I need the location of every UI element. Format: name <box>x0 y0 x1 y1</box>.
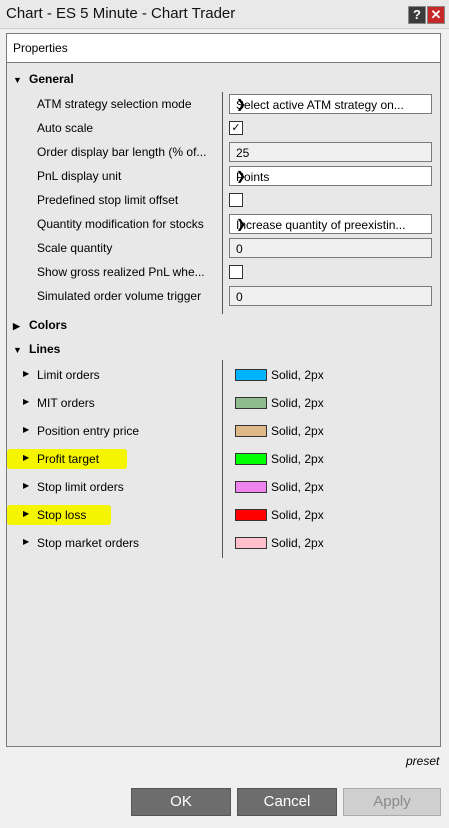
caret-right-icon: ▶ <box>23 369 30 378</box>
caret-right-icon: ▶ <box>23 425 30 434</box>
prop-row-show-gross-realized-pnl: Show gross realized PnL whe... <box>7 261 440 283</box>
order-display-bar-length-input[interactable]: 25 <box>229 142 432 162</box>
line-label: Stop limit orders <box>37 480 124 494</box>
prop-row-simulated-order-volume-trigger: Simulated order volume trigger 0 <box>7 285 440 307</box>
category-lines[interactable]: ▼ Lines <box>13 342 60 362</box>
prop-label: Show gross realized PnL whe... <box>37 265 205 279</box>
prop-label: Simulated order volume trigger <box>37 289 202 303</box>
color-swatch[interactable] <box>235 481 267 493</box>
caret-down-icon: ▼ <box>13 75 22 85</box>
atm-strategy-dropdown[interactable]: Select active ATM strategy on... ❯ <box>229 94 432 114</box>
prop-label: ATM strategy selection mode <box>37 97 192 111</box>
caret-right-icon: ▶ <box>23 509 30 518</box>
color-swatch[interactable] <box>235 369 267 381</box>
chevron-down-icon: ❯ <box>236 217 247 231</box>
line-row-stop-loss[interactable]: ▶ Stop loss Solid, 2px <box>7 504 440 526</box>
line-row-limit-orders[interactable]: ▶ Limit orders Solid, 2px <box>7 364 440 386</box>
prop-row-order-display-bar-length: Order display bar length (% of... 25 <box>7 141 440 163</box>
line-label: Stop market orders <box>37 536 140 550</box>
input-value: 25 <box>236 146 250 160</box>
prop-label: PnL display unit <box>37 169 122 183</box>
color-swatch[interactable] <box>235 453 267 465</box>
category-lines-label: Lines <box>29 342 61 356</box>
prop-label: Predefined stop limit offset <box>37 193 179 207</box>
help-button[interactable]: ? <box>408 6 426 24</box>
apply-button[interactable]: Apply <box>343 788 441 816</box>
prop-label: Quantity modification for stocks <box>37 217 204 231</box>
prop-label: Order display bar length (% of... <box>37 145 207 159</box>
line-style-label: Solid, 2px <box>271 396 324 410</box>
line-label: Position entry price <box>37 424 140 438</box>
pnl-display-unit-dropdown[interactable]: Points ❯ <box>229 166 432 186</box>
color-swatch[interactable] <box>235 397 267 409</box>
cancel-button[interactable]: Cancel <box>237 788 337 816</box>
category-general[interactable]: ▼ General <box>13 72 74 92</box>
prop-row-scale-quantity: Scale quantity 0 <box>7 237 440 259</box>
show-gross-realized-pnl-checkbox[interactable] <box>229 265 243 279</box>
line-label: Profit target <box>37 452 100 466</box>
prop-row-pnl-display-unit: PnL display unit Points ❯ <box>7 165 440 187</box>
input-value: 0 <box>236 242 243 256</box>
caret-right-icon: ▶ <box>23 481 30 490</box>
line-row-stop-market-orders[interactable]: ▶ Stop market orders Solid, 2px <box>7 532 440 554</box>
line-style-label: Solid, 2px <box>271 536 324 550</box>
line-style-label: Solid, 2px <box>271 424 324 438</box>
properties-header-label: Properties <box>13 41 68 55</box>
line-style-label: Solid, 2px <box>271 452 324 466</box>
chevron-down-icon: ❯ <box>236 169 247 183</box>
line-row-stop-limit-orders[interactable]: ▶ Stop limit orders Solid, 2px <box>7 476 440 498</box>
prop-row-quantity-modification: Quantity modification for stocks Increas… <box>7 213 440 235</box>
color-swatch[interactable] <box>235 425 267 437</box>
scale-quantity-input[interactable]: 0 <box>229 238 432 258</box>
properties-header: Properties <box>7 34 440 63</box>
line-style-label: Solid, 2px <box>271 480 324 494</box>
prop-label: Auto scale <box>37 121 94 135</box>
window-title: Chart - ES 5 Minute - Chart Trader <box>6 5 236 22</box>
prop-row-atm-strategy-selection-mode: ATM strategy selection mode Select activ… <box>7 93 440 115</box>
color-swatch[interactable] <box>235 537 267 549</box>
prop-row-predefined-stop-limit-offset: Predefined stop limit offset <box>7 189 440 211</box>
color-swatch[interactable] <box>235 509 267 521</box>
prop-row-auto-scale: Auto scale ✓ <box>7 117 440 139</box>
category-colors-label: Colors <box>29 318 68 332</box>
caret-right-icon: ▶ <box>23 397 30 406</box>
caret-down-icon: ▼ <box>13 345 22 355</box>
line-label: MIT orders <box>37 396 95 410</box>
line-row-mit-orders[interactable]: ▶ MIT orders Solid, 2px <box>7 392 440 414</box>
line-label: Stop loss <box>37 508 87 522</box>
prop-label: Scale quantity <box>37 241 113 255</box>
properties-panel: Properties ▼ General ATM strategy selecti… <box>6 33 441 747</box>
chevron-down-icon: ❯ <box>236 97 247 111</box>
close-button[interactable]: ✕ <box>427 6 445 24</box>
line-style-label: Solid, 2px <box>271 368 324 382</box>
category-colors[interactable]: ▶ Colors <box>13 318 67 338</box>
category-general-label: General <box>29 72 74 86</box>
quantity-modification-dropdown[interactable]: Increase quantity of preexistin... ❯ <box>229 214 432 234</box>
caret-right-icon: ▶ <box>13 321 20 331</box>
line-label: Limit orders <box>37 368 100 382</box>
caret-right-icon: ▶ <box>23 453 30 462</box>
title-bar: Chart - ES 5 Minute - Chart Trader ? ✕ <box>0 0 449 29</box>
line-style-label: Solid, 2px <box>271 508 324 522</box>
simulated-order-volume-trigger-input[interactable]: 0 <box>229 286 432 306</box>
line-row-profit-target[interactable]: ▶ Profit target Solid, 2px <box>7 448 440 470</box>
input-value: 0 <box>236 290 243 304</box>
caret-right-icon: ▶ <box>23 537 30 546</box>
line-row-position-entry-price[interactable]: ▶ Position entry price Solid, 2px <box>7 420 440 442</box>
preset-link[interactable]: preset <box>406 754 439 768</box>
ok-button[interactable]: OK <box>131 788 231 816</box>
auto-scale-checkbox[interactable]: ✓ <box>229 121 243 135</box>
predefined-stop-limit-offset-checkbox[interactable] <box>229 193 243 207</box>
